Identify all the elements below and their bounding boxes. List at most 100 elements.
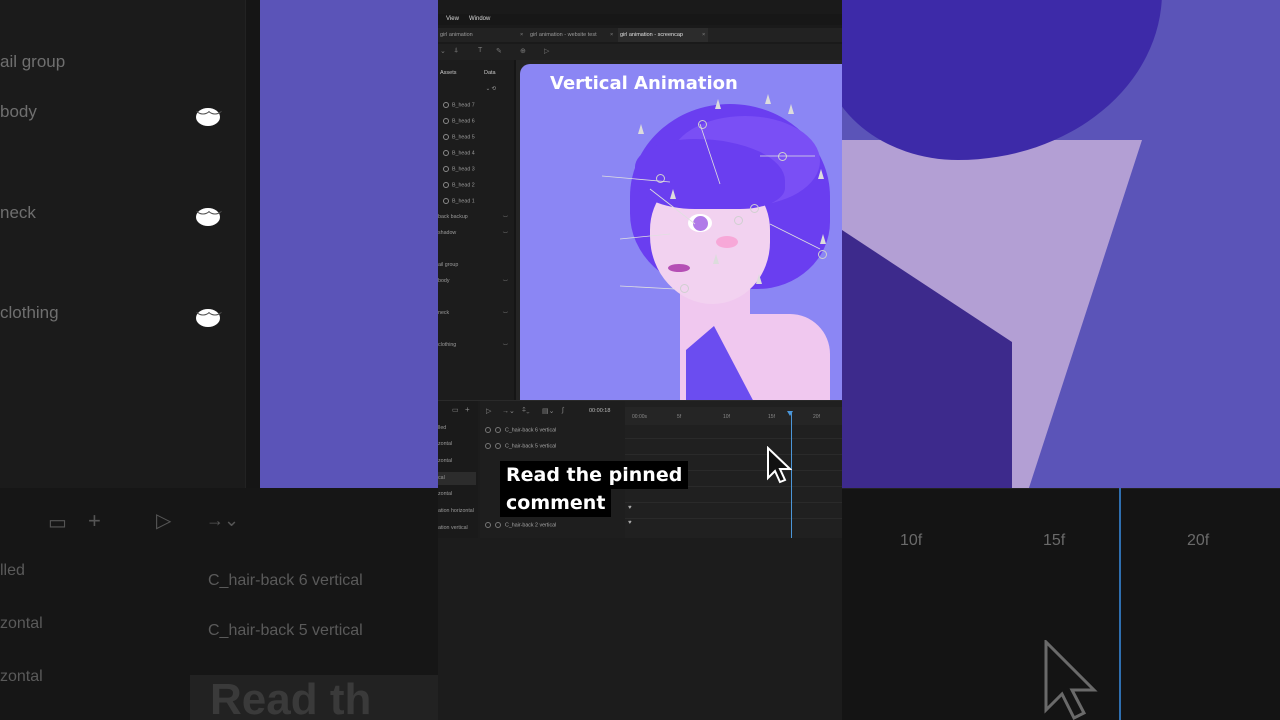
sidebar: Assets Data ⌄ ⟲ B_head 7 B_head 6 B_head… (438, 60, 516, 400)
artboard[interactable]: Vertical Animation (520, 64, 842, 400)
tab-data[interactable]: Data (484, 70, 496, 76)
bg-track-name: C_hair-back 5 vertical (208, 622, 363, 639)
menu-view[interactable]: View (446, 16, 459, 22)
keyframe-icon[interactable]: ♥ (628, 520, 632, 526)
animation-row-selected[interactable]: cal (438, 472, 476, 485)
layer-row[interactable]: B_head 1 (438, 198, 516, 204)
eye-closed-icon[interactable]: ︶ (503, 278, 508, 286)
bone-icon (495, 443, 501, 449)
layer-row[interactable]: B_head 2 (438, 182, 516, 188)
eye-closed-icon: ︶︶ (196, 208, 222, 226)
expand-icon[interactable] (485, 427, 491, 433)
eye-closed-icon[interactable]: ︶ (503, 214, 508, 222)
curve-icon[interactable]: ∫ (562, 407, 564, 414)
play-icon[interactable]: ▷ (486, 407, 491, 415)
group-row[interactable]: clothing ︶ (438, 342, 516, 350)
tab-girl-animation[interactable]: girl animation × (438, 28, 526, 42)
group-row[interactable]: ail group (438, 262, 516, 268)
background-zoom-left: ail group body ︶︶ neck ︶︶ clothing ︶︶ ▭ … (0, 0, 438, 720)
tab-assets[interactable]: Assets (440, 70, 457, 76)
tab-screencap[interactable]: girl animation - screencap × (618, 28, 708, 42)
menu-window[interactable]: Window (469, 16, 490, 22)
brush-icon[interactable]: ✎ (496, 47, 502, 55)
bg-layers-panel: ail group body ︶︶ neck ︶︶ clothing ︶︶ (0, 0, 246, 488)
bone-icon (443, 102, 449, 108)
group-row[interactable]: body ︶ (438, 278, 516, 286)
timecode[interactable]: 00:00:18 (589, 408, 610, 414)
bg-hair (842, 0, 1162, 160)
layout-icon[interactable]: ▤⌄ (542, 407, 554, 415)
layer-row[interactable]: B_head 5 (438, 134, 516, 140)
bone-icon (495, 427, 501, 433)
bg-track-name: C_hair-back 6 vertical (208, 572, 363, 589)
bg-layer-label: ail group (0, 52, 66, 71)
close-icon[interactable]: × (520, 28, 523, 42)
sidebar-tabs: Assets Data (438, 68, 516, 80)
group-label: neck (438, 310, 450, 316)
chevron-down-icon[interactable]: ⌄ (440, 47, 446, 55)
track-row[interactable]: C_hair-back 2 vertical (485, 522, 556, 528)
track-label: C_hair-back 2 vertical (505, 522, 557, 529)
animation-row[interactable]: zontal (438, 491, 452, 497)
track-row[interactable]: C_hair-back 5 vertical (485, 443, 556, 449)
add-circle-icon[interactable]: ⊕ (520, 47, 526, 55)
close-icon[interactable]: × (610, 28, 613, 42)
menubar: View Window (438, 14, 842, 25)
tick-label: 15f (768, 414, 775, 420)
group-label: body (438, 278, 450, 284)
expand-icon[interactable] (485, 522, 491, 528)
layer-label: B_head 2 (452, 182, 475, 189)
text-tool-icon[interactable]: T (478, 47, 482, 54)
bg-track-label: zontal (0, 615, 43, 632)
tick-label: 00:00s (632, 414, 648, 420)
folder-icon[interactable]: ▭ (452, 406, 459, 414)
track-label: C_hair-back 6 vertical (505, 427, 557, 434)
tab-label: girl animation - website test (530, 32, 597, 38)
eye-closed-icon[interactable]: ︶ (503, 310, 508, 318)
layer-row[interactable]: B_head 3 (438, 166, 516, 172)
close-icon[interactable]: × (702, 28, 705, 42)
track-divider (625, 454, 842, 455)
animation-row[interactable]: ation horizontal (438, 508, 474, 514)
eye-closed-icon[interactable]: ︶ (503, 342, 508, 350)
bg-canvas-edge (260, 0, 438, 488)
group-label: clothing (438, 342, 457, 348)
eye-closed-icon[interactable]: ︶ (503, 230, 508, 238)
eye-closed-icon: ︶︶ (196, 309, 222, 327)
track-row[interactable]: C_hair-back 6 vertical (485, 427, 556, 433)
bg-playhead (1119, 488, 1121, 720)
animation-row[interactable]: zontal (438, 441, 452, 447)
arrow-icon[interactable]: →⌄ (502, 407, 515, 415)
play-icon[interactable]: ▷ (544, 47, 549, 55)
group-row[interactable]: back backup ︶ (438, 214, 516, 222)
layer-label: B_head 1 (452, 198, 475, 205)
mouse-cursor-icon (767, 446, 792, 484)
bg-tick: 10f (900, 532, 923, 549)
group-row[interactable]: neck ︶ (438, 310, 516, 318)
bone-icon (443, 182, 449, 188)
folder-icon: ▭ (48, 512, 67, 534)
tab-website-test[interactable]: girl animation - website test × (528, 28, 618, 42)
animation-row[interactable]: ation vertical (438, 525, 468, 531)
key-icon[interactable]: ⍏⌄ (522, 407, 530, 415)
caption-line: comment (500, 489, 612, 517)
animation-row[interactable]: zontal (438, 458, 452, 464)
timeline-ruler[interactable]: 00:00s 5f 10f 15f 20f (625, 407, 842, 425)
collapse-icon[interactable]: ⌄ ⟲ (438, 86, 516, 92)
bone-icon (443, 166, 449, 172)
bone-icon (443, 198, 449, 204)
app-window: View Window girl animation × girl animat… (438, 0, 842, 720)
group-row[interactable]: shadow ︶ (438, 230, 516, 238)
pen-icon[interactable]: ⍋ (454, 47, 458, 55)
bg-layer-label: clothing (0, 303, 59, 322)
expand-icon[interactable] (485, 443, 491, 449)
layer-label: B_head 5 (452, 134, 475, 141)
layer-row[interactable]: B_head 6 (438, 118, 516, 124)
bone-lines (601, 123, 821, 290)
layer-row[interactable]: B_head 4 (438, 150, 516, 156)
plus-icon[interactable]: + (465, 405, 470, 414)
playhead-handle[interactable] (787, 411, 793, 416)
layer-row[interactable]: B_head 7 (438, 102, 516, 108)
bg-tick: 20f (1187, 532, 1210, 549)
animation-row[interactable]: lled (438, 425, 446, 431)
